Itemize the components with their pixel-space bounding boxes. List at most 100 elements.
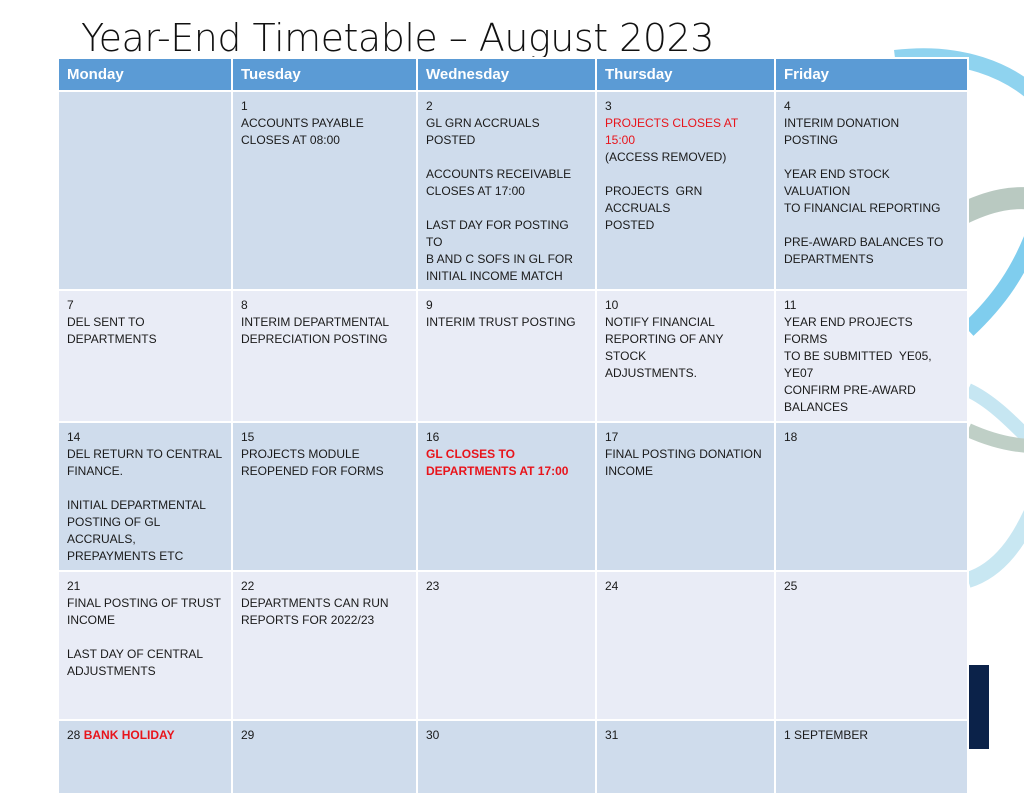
event-text: PROJECTS MODULE <box>241 447 360 461</box>
date-line: 31 <box>605 727 766 744</box>
event-text: PREPAYMENTS ETC <box>67 549 184 563</box>
event-text: DEPARTMENTS AT 17:00 <box>426 464 569 478</box>
day-number: 31 <box>605 728 619 742</box>
event-text: DEPARTMENTS <box>67 332 157 346</box>
day-number: 16 <box>426 430 440 444</box>
day-cell-monday <box>57 90 233 291</box>
event-text: DEPRECIATION POSTING <box>241 332 388 346</box>
day-number: 9 <box>426 298 433 312</box>
event-text: ACCRUALS, <box>67 532 136 546</box>
day-number: 21 <box>67 579 81 593</box>
date-line: 9 <box>426 297 587 314</box>
day-cell-friday: 1 SEPTEMBER <box>774 719 969 795</box>
event-text: YEAR END PROJECTS FORMS <box>784 315 917 346</box>
day-cell-monday: 14 DEL RETURN TO CENTRAL FINANCE. INITIAL D… <box>57 421 233 572</box>
day-cell-thursday: 17 FINAL POSTING DONATION INCOME <box>595 421 776 572</box>
date-line: 24 <box>605 578 766 595</box>
calendar-table: Monday Tuesday Wednesday Thursday Friday… <box>57 57 969 795</box>
event-text: PROJECTS CLOSES AT 15:00 <box>605 116 742 147</box>
header-thursday: Thursday <box>595 57 776 92</box>
event-text: POSTING <box>784 133 839 147</box>
day-number: 30 <box>426 728 440 742</box>
event-text: (ACCESS REMOVED) <box>605 150 727 164</box>
day-cell-tuesday: 1 ACCOUNTS PAYABLE CLOSES AT 08:00 <box>231 90 418 291</box>
event-text: TO FINANCIAL REPORTING <box>784 201 941 215</box>
day-cell-monday: 28 BANK HOLIDAY <box>57 719 233 795</box>
event-text: LAST DAY FOR POSTING TO <box>426 218 572 249</box>
day-number: 3 <box>605 99 612 113</box>
date-line: 1 SEPTEMBER <box>784 727 959 744</box>
day-cell-friday: 25 <box>774 570 969 721</box>
event-text: GL CLOSES TO <box>426 447 515 461</box>
event-text: POSTING OF GL <box>67 515 161 529</box>
date-line: 21 <box>67 578 223 595</box>
accent-bar <box>968 665 989 749</box>
day-cell-monday: 21 FINAL POSTING OF TRUST INCOME LAST DAY O… <box>57 570 233 721</box>
date-line: 25 <box>784 578 959 595</box>
day-cell-thursday: 10 NOTIFY FINANCIAL REPORTING OF ANY STOCK… <box>595 289 776 423</box>
day-number: 1 <box>241 99 248 113</box>
day-cell-thursday: 31 <box>595 719 776 795</box>
event-text: INITIAL INCOME MATCH <box>426 269 563 283</box>
arc-blue-mid <box>962 236 1024 336</box>
event-text: PROJECTS GRN ACCRUALS <box>605 184 706 215</box>
event-text: POSTED <box>605 218 655 232</box>
date-line: 14 <box>67 429 223 446</box>
day-cell-wednesday: 2 GL GRN ACCRUALS POSTED ACCOUNTS RECEIVAB… <box>416 90 597 291</box>
event-text: DEL RETURN TO CENTRAL <box>67 447 223 461</box>
date-line: 7 <box>67 297 223 314</box>
day-cell-thursday: 24 <box>595 570 776 721</box>
header-monday: Monday <box>57 57 233 92</box>
event-text: INTERIM DONATION <box>784 116 900 130</box>
event-text: REPORTS FOR 2022/23 <box>241 613 375 627</box>
date-line: 3 <box>605 98 766 115</box>
day-number: 22 <box>241 579 255 593</box>
event-text: INTERIM TRUST POSTING <box>426 315 576 329</box>
event-text: ADJUSTMENTS. <box>605 366 698 380</box>
day-number: 11 <box>784 298 797 312</box>
event-text: BALANCES <box>784 400 849 414</box>
day-number: 23 <box>426 579 440 593</box>
day-cell-friday: 18 <box>774 421 969 572</box>
day-number: 28 <box>67 728 81 742</box>
header-tuesday: Tuesday <box>231 57 418 92</box>
event-text: CLOSES AT 08:00 <box>241 133 340 147</box>
day-cell-friday: 11 YEAR END PROJECTS FORMS TO BE SUBMITTED… <box>774 289 969 423</box>
header-wednesday: Wednesday <box>416 57 597 92</box>
date-line: 11 <box>784 297 959 314</box>
day-cell-tuesday: 15 PROJECTS MODULE REOPENED FOR FORMS <box>231 421 418 572</box>
day-number: 17 <box>605 430 619 444</box>
event-text: INCOME <box>67 613 115 627</box>
date-line: 18 <box>784 429 959 446</box>
date-line: 28 BANK HOLIDAY <box>67 727 223 744</box>
day-cell-tuesday: 8 INTERIM DEPARTMENTAL DEPRECIATION POSTIN… <box>231 289 418 423</box>
date-line: 2 <box>426 98 587 115</box>
event-text: CLOSES AT 17:00 <box>426 184 525 198</box>
day-cell-wednesday: 9 INTERIM TRUST POSTING <box>416 289 597 423</box>
day-cell-wednesday: 16 GL CLOSES TO DEPARTMENTS AT 17:00 <box>416 421 597 572</box>
day-number: 2 <box>426 99 433 113</box>
day-number: 29 <box>241 728 255 742</box>
event-text: FINAL POSTING DONATION <box>605 447 762 461</box>
date-line: 15 <box>241 429 408 446</box>
date-line: 23 <box>426 578 587 595</box>
day-number: 4 <box>784 99 791 113</box>
day-cell-monday: 7 DEL SENT TO DEPARTMENTS <box>57 289 233 423</box>
header-friday: Friday <box>774 57 969 92</box>
date-line: 1 <box>241 98 408 115</box>
day-number: 7 <box>67 298 74 312</box>
event-text: INITIAL DEPARTMENTAL <box>67 498 206 512</box>
event-text: NOTIFY FINANCIAL <box>605 315 715 329</box>
day-number: 1 SEPTEMBER <box>784 728 869 742</box>
header-row: Monday Tuesday Wednesday Thursday Friday <box>57 57 969 92</box>
day-cell-friday: 4 INTERIM DONATION POSTING YEAR END STOCK V… <box>774 90 969 291</box>
week-row: 14 DEL RETURN TO CENTRAL FINANCE. INITIAL D… <box>57 421 969 572</box>
date-line: 22 <box>241 578 408 595</box>
day-number: 10 <box>605 298 619 312</box>
date-line: 16 <box>426 429 587 446</box>
